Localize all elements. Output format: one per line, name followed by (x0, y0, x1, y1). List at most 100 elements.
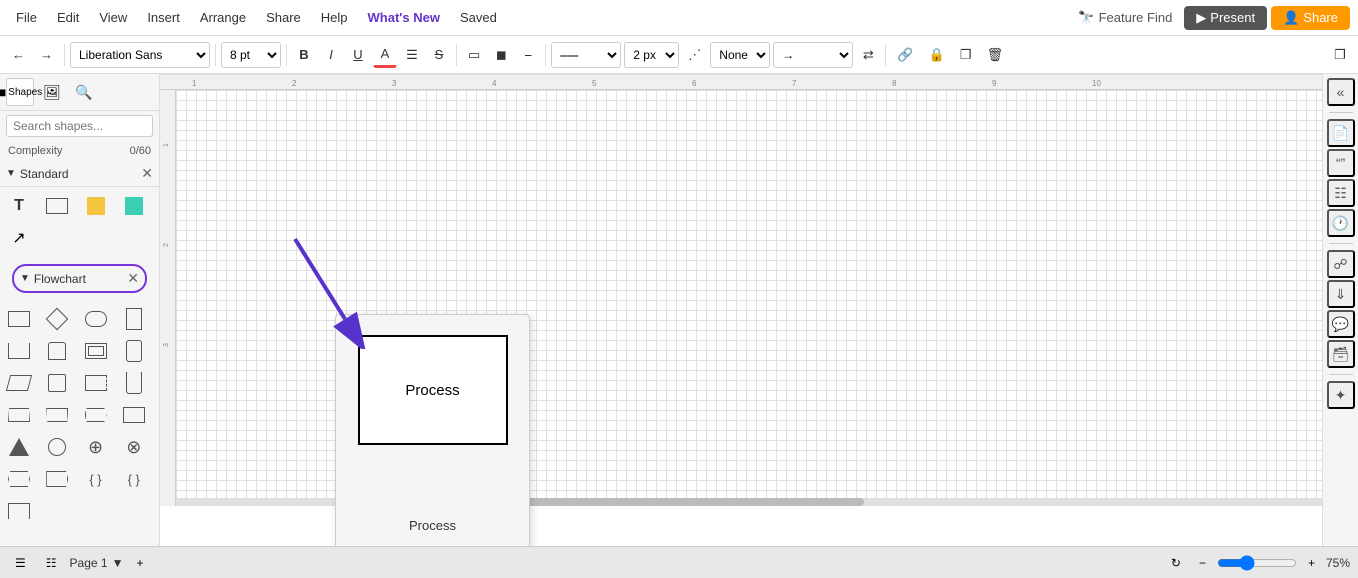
flowchart-close-button[interactable]: ✕ (127, 270, 139, 287)
zoom-controls: ↻ − + 75% (1164, 553, 1350, 573)
fc-process[interactable] (4, 304, 34, 334)
zoom-slider[interactable] (1217, 555, 1297, 571)
extras-button[interactable]: ✦ (1327, 381, 1355, 409)
table-button[interactable]: ☷ (1327, 179, 1355, 207)
fc-shape23[interactable]: { } (81, 464, 111, 494)
canvas-container[interactable]: 1 2 3 4 5 6 7 8 9 10 (160, 74, 1322, 546)
list-view-button[interactable]: ☰ (8, 553, 33, 573)
zoom-out-button[interactable]: − (1192, 553, 1213, 573)
fc-triangle[interactable] (4, 432, 34, 462)
fc-terminal[interactable] (81, 304, 111, 334)
fullscreen-button[interactable]: ❐ (1328, 42, 1352, 68)
std-arrow-shape[interactable]: ↗ (4, 223, 34, 253)
fc-data[interactable] (119, 304, 149, 334)
svg-text:1: 1 (163, 143, 170, 147)
fc-xcircle[interactable]: ⊗ (119, 432, 149, 462)
svg-text:2: 2 (163, 243, 170, 247)
font-color-button[interactable]: A (373, 42, 397, 68)
flip-button[interactable]: ⇄ (856, 42, 880, 68)
add-page-button[interactable]: + (129, 553, 150, 573)
underline-button[interactable]: U (346, 42, 370, 68)
feature-find[interactable]: 🔭 Feature Find (1078, 10, 1172, 26)
shape-outline-button[interactable]: ▭ (462, 42, 486, 68)
duplicate-button[interactable]: ❐ (954, 42, 978, 68)
menu-saved[interactable]: Saved (452, 6, 505, 29)
std-note-shape[interactable] (81, 191, 111, 221)
present-button[interactable]: ▶ Present (1184, 6, 1267, 30)
fc-shape13[interactable] (4, 400, 34, 430)
link-button[interactable]: 🔗 (891, 42, 919, 68)
italic-button[interactable]: I (319, 42, 343, 68)
fc-shape6[interactable] (42, 336, 72, 366)
menu-arrange[interactable]: Arrange (192, 6, 254, 29)
clock-button[interactable]: 🕐 (1327, 209, 1355, 237)
line-color-button[interactable]: ⎯ (516, 42, 540, 68)
std-text-shape[interactable]: T (4, 191, 34, 221)
reset-zoom-button[interactable]: ↻ (1164, 553, 1188, 573)
share-button[interactable]: 👤 Share (1271, 6, 1350, 30)
download-button[interactable]: ⇓ (1327, 280, 1355, 308)
menu-share[interactable]: Share (258, 6, 309, 29)
menu-file[interactable]: File (8, 6, 45, 29)
end-arrow-select[interactable]: None (710, 42, 770, 68)
fc-shape14[interactable] (42, 400, 72, 430)
std-cyan-shape[interactable] (119, 191, 149, 221)
search-input[interactable] (6, 115, 153, 137)
fc-cross[interactable]: ⊕ (81, 432, 111, 462)
fc-shape11[interactable] (81, 368, 111, 398)
ruler-top: 1 2 3 4 5 6 7 8 9 10 (160, 74, 1322, 90)
page-properties-button[interactable]: 📄 (1327, 119, 1355, 147)
line-style-select[interactable]: ⎯⎯⎯ (551, 42, 621, 68)
search-shapes-tab[interactable]: 🔍 (70, 78, 98, 106)
search-bar-container (0, 111, 159, 141)
layers-button[interactable]: ☍ (1327, 250, 1355, 278)
fc-shape8[interactable] (119, 336, 149, 366)
svg-text:3: 3 (392, 79, 397, 88)
menu-help[interactable]: Help (313, 6, 356, 29)
fc-circle[interactable] (42, 432, 72, 462)
comment-button[interactable]: 💬 (1327, 310, 1355, 338)
fc-shape12[interactable] (119, 368, 149, 398)
fc-shape22[interactable] (42, 464, 72, 494)
fc-shape16[interactable] (119, 400, 149, 430)
fc-shape9[interactable] (4, 368, 34, 398)
fc-shape21[interactable] (4, 464, 34, 494)
fc-shape7[interactable] (81, 336, 111, 366)
fc-shape15[interactable] (81, 400, 111, 430)
menu-view[interactable]: View (91, 6, 135, 29)
fc-shape10[interactable] (42, 368, 72, 398)
redo-button[interactable]: → (34, 42, 59, 68)
line-width-select[interactable]: 2 px (624, 42, 679, 68)
menu-edit[interactable]: Edit (49, 6, 87, 29)
zoom-in-button[interactable]: + (1301, 553, 1322, 573)
fc-decision[interactable] (42, 304, 72, 334)
collapse-right-panel-button[interactable]: « (1327, 78, 1355, 106)
fc-shape5[interactable] (4, 336, 34, 366)
grid-view-button[interactable]: ☷ (39, 553, 64, 573)
font-size-select[interactable]: 8 pt (221, 42, 281, 68)
page-indicator[interactable]: Page 1 ▼ (70, 556, 124, 570)
start-arrow-select[interactable]: → (773, 42, 853, 68)
lock-button[interactable]: 🔒 (922, 42, 950, 68)
undo-button[interactable]: ← (6, 42, 31, 68)
bold-button[interactable]: B (292, 42, 316, 68)
fill-button[interactable]: ◼ (489, 42, 513, 68)
standard-section-label: Standard (20, 167, 69, 181)
menu-insert[interactable]: Insert (139, 6, 188, 29)
strikethrough-button[interactable]: S (427, 42, 451, 68)
menu-whats-new[interactable]: What's New (360, 6, 448, 29)
statusbar: ☰ ☷ Page 1 ▼ + ↻ − + 75% (0, 546, 1358, 578)
waypoint-button[interactable]: ⋰ (682, 42, 707, 68)
svg-text:8: 8 (892, 79, 897, 88)
database-button[interactable]: 🗃 (1327, 340, 1355, 368)
image-tab[interactable]: 🖼 (38, 78, 66, 106)
align-button[interactable]: ☰ (400, 42, 424, 68)
shapes-tab[interactable]: ■ Shapes (6, 78, 34, 106)
font-select[interactable]: Liberation Sans (70, 42, 210, 68)
delete-button[interactable]: 🗑 (981, 42, 1010, 68)
std-rect-shape[interactable] (42, 191, 72, 221)
fc-shape25[interactable] (4, 496, 34, 526)
standard-close-button[interactable]: ✕ (141, 165, 153, 182)
fc-shape24[interactable]: { } (119, 464, 149, 494)
quote-button[interactable]: “” (1327, 149, 1355, 177)
